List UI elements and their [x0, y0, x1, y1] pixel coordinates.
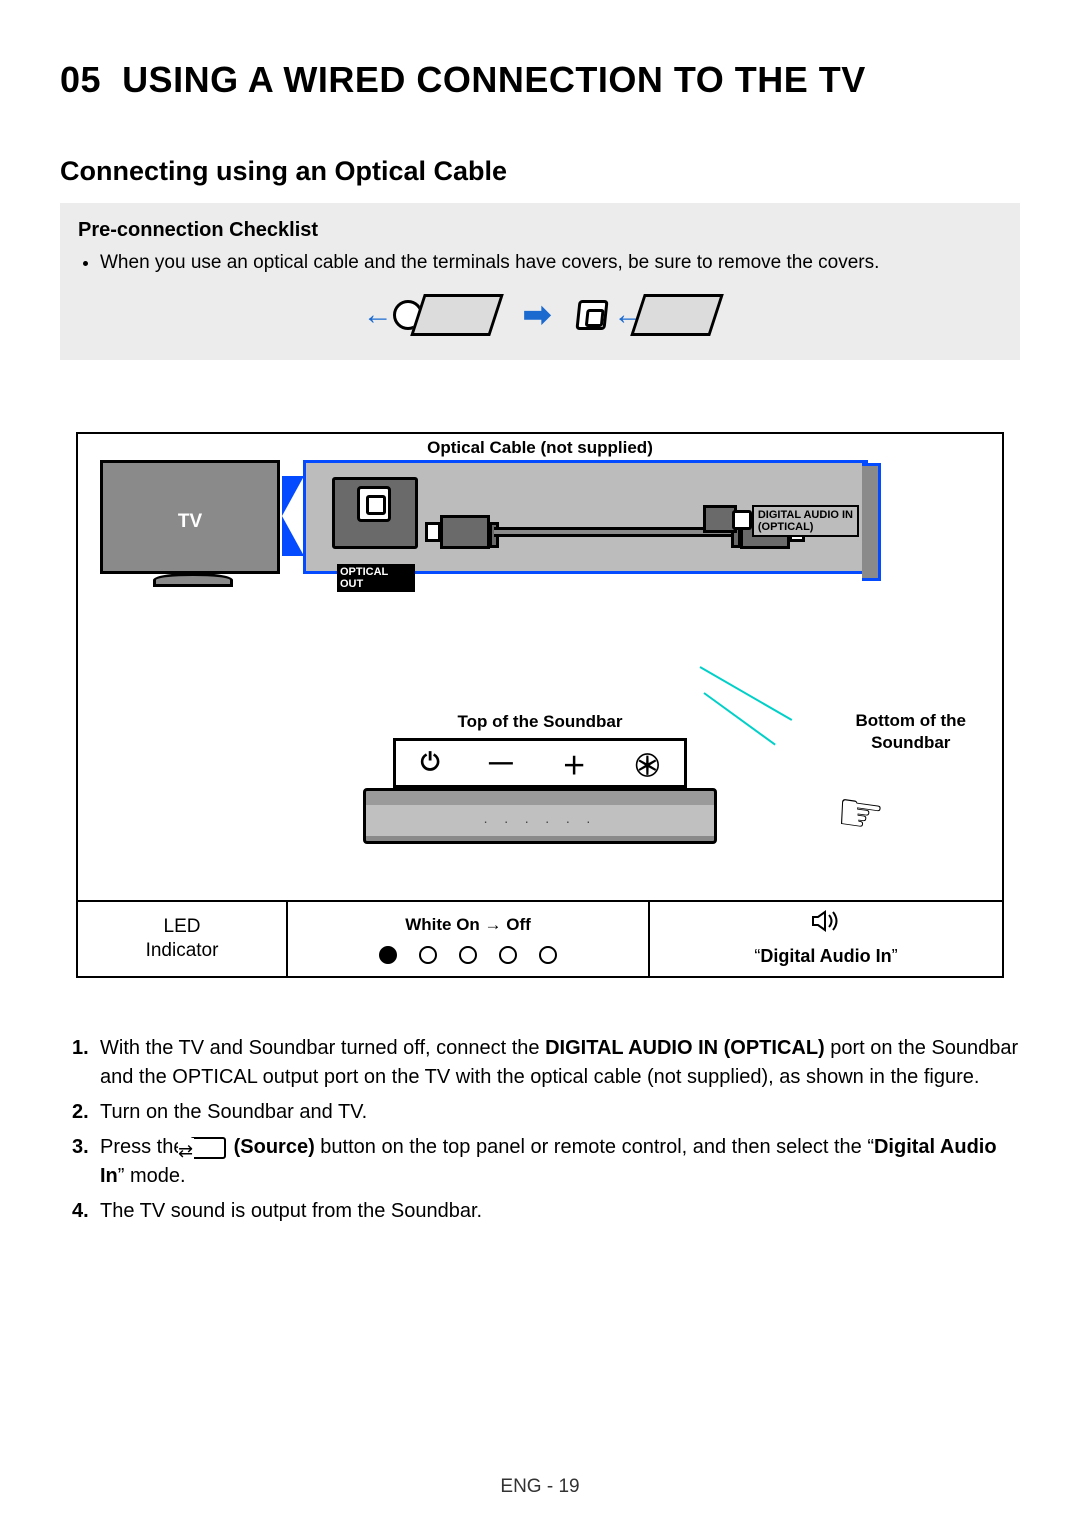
diagram-bottom-row: LED Indicator White On → Off “Digital: [76, 900, 1004, 978]
hand-pointer-icon: ☞: [831, 779, 888, 848]
bottom-soundbar-label-line2: Soundbar: [871, 733, 950, 752]
plug-with-cap-icon: ←: [363, 294, 497, 336]
bottom-soundbar-label-line1: Bottom of the: [856, 711, 966, 730]
step1-bold: DIGITAL AUDIO IN (OPTICAL): [545, 1037, 825, 1059]
plug-open-icon: ←: [577, 294, 717, 336]
digital-audio-in-line2: (OPTICAL): [758, 521, 814, 533]
soundbar-top-panel-icon: ⏻ — ＋ ＊⃝: [393, 738, 687, 788]
instruction-list: With the TV and Soundbar turned off, con…: [72, 1034, 1020, 1226]
section-title-text: USING A WIRED CONNECTION TO THE TV: [122, 59, 866, 100]
step3-pre: Press the: [100, 1136, 190, 1158]
step3-post: ” mode.: [118, 1165, 186, 1187]
connection-diagram: Optical Cable (not supplied) TV OPTICAL …: [76, 432, 1004, 978]
page-footer: ENG - 19: [0, 1476, 1080, 1498]
instruction-step-2: Turn on the Soundbar and TV.: [72, 1098, 1020, 1127]
optical-out-port-icon: OPTICAL OUT: [332, 477, 418, 549]
checklist-box: Pre-connection Checklist When you use an…: [60, 203, 1020, 361]
speaker-icon: [811, 910, 841, 940]
page-title: 05 USING A WIRED CONNECTION TO THE TV: [60, 60, 1020, 100]
checklist-item: When you use an optical cable and the te…: [100, 250, 1002, 277]
instruction-step-1: With the TV and Soundbar turned off, con…: [72, 1034, 1020, 1092]
section-number: 05: [60, 59, 101, 100]
optical-cable-label: Optical Cable (not supplied): [78, 438, 1002, 458]
diagram-mid-row: Top of the Soundbar Bottom of the Soundb…: [76, 712, 1004, 900]
power-icon: ⏻: [421, 749, 440, 777]
audio-cell-label: “Digital Audio In”: [754, 945, 897, 968]
checklist-title: Pre-connection Checklist: [78, 219, 1002, 242]
subsection-title: Connecting using an Optical Cable: [60, 156, 1020, 187]
arrow-right-icon: ➡: [523, 295, 552, 335]
step3-mid: button on the top panel or remote contro…: [315, 1136, 874, 1158]
source-icon: ＊⃝: [635, 746, 659, 781]
digital-audio-in-cell: “Digital Audio In”: [650, 902, 1002, 976]
plus-icon: ＋: [562, 746, 586, 781]
bottom-soundbar-label: Bottom of the Soundbar: [856, 710, 966, 754]
led-dot-icon: [499, 946, 517, 964]
step3-source: (Source): [228, 1136, 315, 1158]
instruction-step-4: The TV sound is output from the Soundbar…: [72, 1197, 1020, 1226]
soundbar-body-icon: [363, 788, 717, 844]
port-panel-icon: OPTICAL OUT DIGITAL AUDIO IN (OPTICAL): [303, 460, 868, 574]
led-line2: Indicator: [146, 939, 219, 964]
optical-out-label: OPTICAL OUT: [337, 564, 415, 592]
led-dots-icon: [379, 946, 557, 964]
tv-label: TV: [103, 511, 277, 533]
digital-audio-in-line1: DIGITAL AUDIO IN: [758, 509, 853, 521]
white-label: White On → Off: [405, 914, 531, 936]
led-indicator-cell: LED Indicator: [78, 902, 288, 976]
digital-audio-in-label: DIGITAL AUDIO IN (OPTICAL): [752, 505, 859, 537]
diagram-top-row: Optical Cable (not supplied) TV OPTICAL …: [76, 432, 1004, 712]
connector-illustration: ← ➡ ←: [78, 294, 1002, 336]
minus-icon: —: [489, 749, 513, 777]
led-dot-icon: [539, 946, 557, 964]
source-button-icon: [190, 1137, 226, 1159]
step1-pre: With the TV and Soundbar turned off, con…: [100, 1037, 545, 1059]
white-on-off-cell: White On → Off: [288, 902, 650, 976]
led-line1: LED: [164, 915, 201, 940]
led-dot-filled-icon: [379, 946, 397, 964]
led-dot-icon: [459, 946, 477, 964]
digital-audio-in-port-icon: [703, 505, 737, 533]
tv-icon: TV: [100, 460, 280, 574]
instruction-step-3: Press the (Source) button on the top pan…: [72, 1133, 1020, 1191]
led-dot-icon: [419, 946, 437, 964]
